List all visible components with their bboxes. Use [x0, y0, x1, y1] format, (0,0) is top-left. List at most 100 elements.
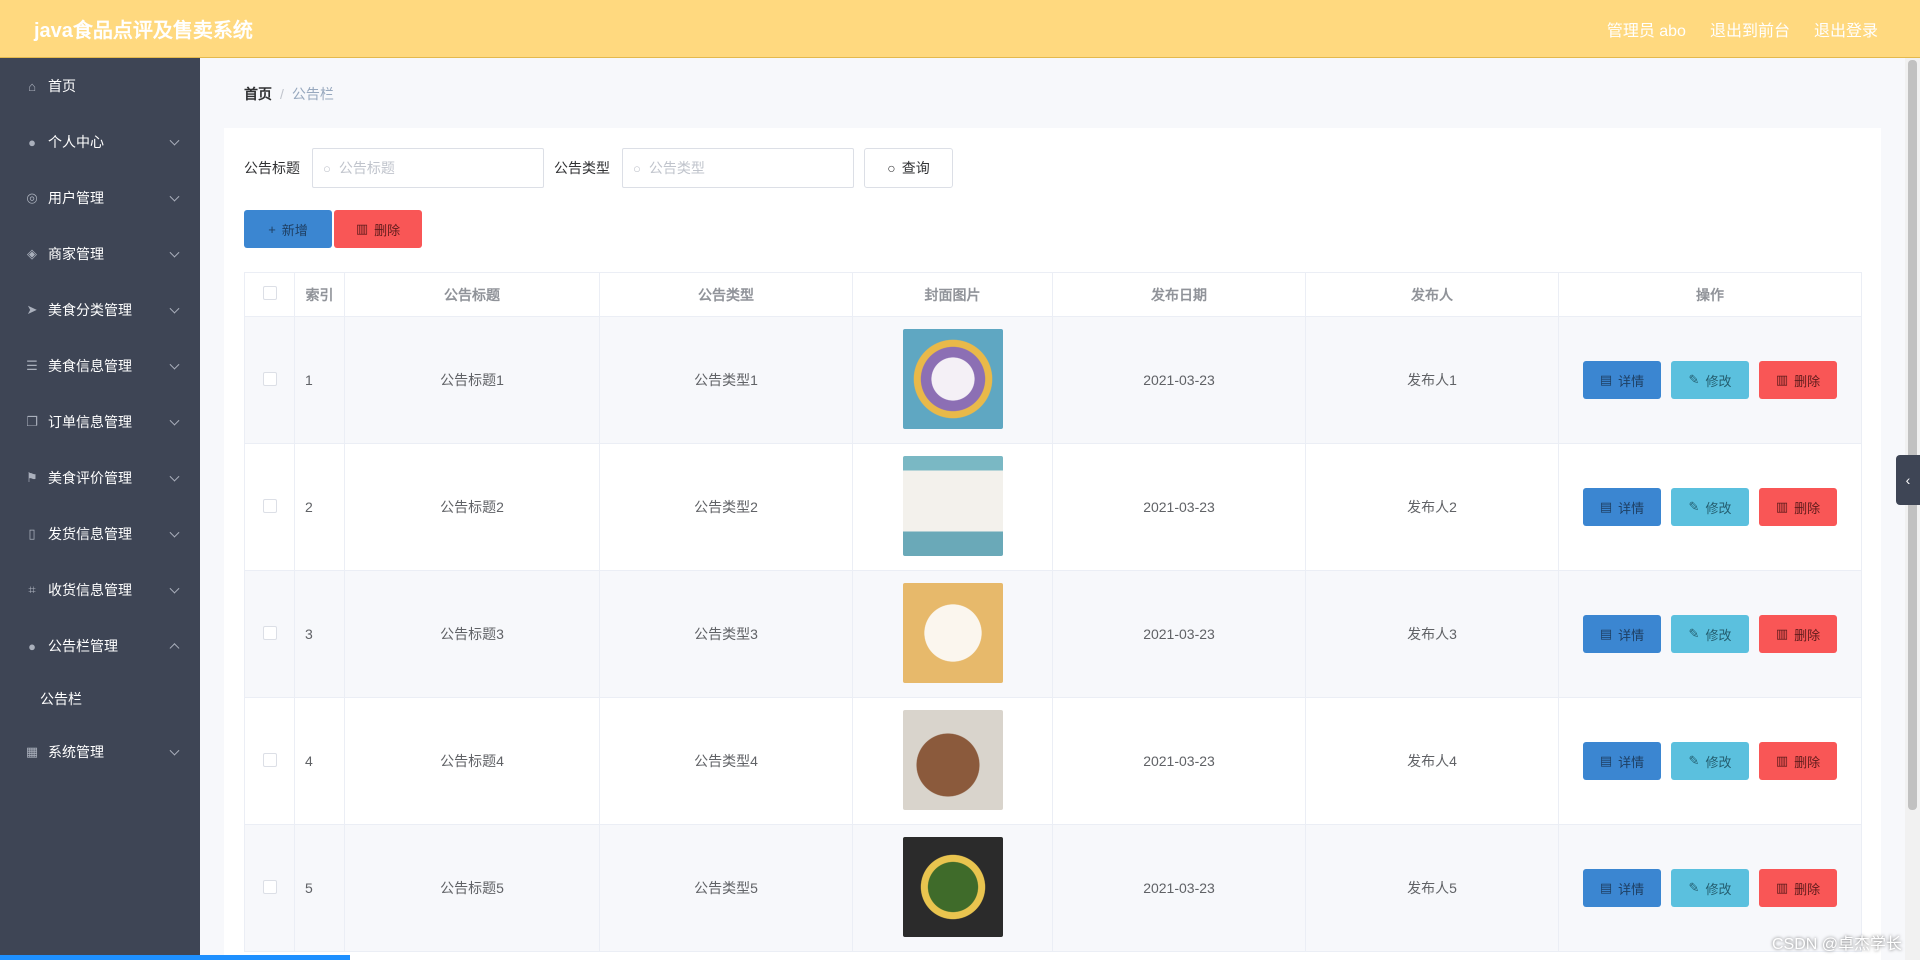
- search-icon: ○: [633, 160, 641, 176]
- type-search-field[interactable]: ○: [622, 148, 854, 188]
- delete-button[interactable]: ▥ 删除: [1759, 869, 1837, 907]
- select-all-checkbox[interactable]: [262, 286, 277, 300]
- copy-icon: ❐: [26, 414, 38, 429]
- compass-icon: ◈: [27, 246, 37, 261]
- column-header: 公告类型: [599, 272, 853, 317]
- edit-button[interactable]: ✎ 修改: [1671, 869, 1749, 907]
- row-select-cell[interactable]: [244, 443, 295, 571]
- operations-cell: ▤ 详情 ✎ 修改 ▥ 删除: [1558, 697, 1862, 825]
- pencil-icon: ✎: [1688, 753, 1700, 768]
- sidebar-item-personal[interactable]: ● 个人中心: [0, 114, 200, 170]
- row-select-cell[interactable]: [244, 316, 295, 444]
- breadcrumb-home[interactable]: 首页: [244, 84, 272, 104]
- chevron-down-icon: [169, 303, 180, 314]
- row-checkbox[interactable]: [262, 371, 277, 386]
- date-cell: 2021-03-23: [1052, 570, 1306, 698]
- sidebar-item-home[interactable]: ⌂ 首页: [0, 58, 200, 114]
- row-select-cell[interactable]: [244, 697, 295, 825]
- crop-icon: ⌗: [28, 582, 36, 597]
- sidebar-item-system[interactable]: ▦ 系统管理: [0, 724, 200, 780]
- title-search-input[interactable]: [336, 159, 527, 177]
- sidebar-item-orders[interactable]: ❐ 订单信息管理: [0, 394, 200, 450]
- vertical-scrollbar-thumb[interactable]: [1908, 60, 1917, 810]
- type-search-input[interactable]: [646, 159, 837, 177]
- edit-button[interactable]: ✎ 修改: [1671, 615, 1749, 653]
- trash-icon: ▥: [1775, 753, 1789, 768]
- trash-icon: ▥: [1775, 626, 1789, 641]
- flag-icon: ⚑: [26, 470, 38, 485]
- grid-icon: ▦: [25, 744, 39, 759]
- sidebar-item-shipping[interactable]: ▯ 发货信息管理: [0, 506, 200, 562]
- cover-image: [902, 328, 1003, 429]
- delete-button-label: 删除: [1794, 881, 1821, 897]
- row-select-cell[interactable]: [244, 570, 295, 698]
- title-search-field[interactable]: ○: [312, 148, 544, 188]
- sidebar-item-users[interactable]: ◎ 用户管理: [0, 170, 200, 226]
- title-cell: 公告标题5: [344, 824, 600, 952]
- date-cell: 2021-03-23: [1052, 824, 1306, 952]
- publisher-cell: 发布人4: [1305, 697, 1559, 825]
- query-button[interactable]: ○ 查询: [864, 148, 953, 188]
- document-icon: ▤: [1599, 372, 1613, 387]
- trash-icon: ▥: [1775, 372, 1789, 387]
- collapse-panel-tab[interactable]: ‹: [1896, 455, 1920, 505]
- trash-icon: ▥: [355, 221, 369, 236]
- detail-button[interactable]: ▤ 详情: [1583, 869, 1661, 907]
- edit-button-label: 修改: [1705, 627, 1732, 643]
- breadcrumb-separator: /: [280, 86, 284, 102]
- table-row: 3 公告标题3 公告类型3 2021-03-23 发布人3 ▤ 详情 ✎ 修改 ▥ 删…: [244, 570, 1862, 698]
- batch-delete-button[interactable]: ▥ 删除: [334, 210, 422, 248]
- detail-button-label: 详情: [1618, 373, 1645, 389]
- detail-button[interactable]: ▤ 详情: [1583, 615, 1661, 653]
- detail-button[interactable]: ▤ 详情: [1583, 488, 1661, 526]
- row-checkbox[interactable]: [262, 625, 277, 640]
- send-icon: ➤: [26, 302, 38, 317]
- delete-button[interactable]: ▥ 删除: [1759, 742, 1837, 780]
- cover-cell: [852, 824, 1053, 952]
- detail-button[interactable]: ▤ 详情: [1583, 742, 1661, 780]
- sidebar-item-food-info[interactable]: ☰ 美食信息管理: [0, 338, 200, 394]
- document-icon: ▤: [1599, 626, 1613, 641]
- notice-table: 索引 公告标题 公告类型 封面图片 发布日期 发布人 操作 1 公告标题1 公告…: [244, 272, 1862, 952]
- row-checkbox[interactable]: [262, 498, 277, 513]
- cover-cell: [852, 316, 1053, 444]
- delete-button-label: 删除: [1794, 627, 1821, 643]
- detail-button[interactable]: ▤ 详情: [1583, 361, 1661, 399]
- select-all-cell[interactable]: [244, 272, 295, 317]
- chevron-down-icon: [169, 135, 180, 146]
- sidebar-item-food-category[interactable]: ➤ 美食分类管理: [0, 282, 200, 338]
- edit-button[interactable]: ✎ 修改: [1671, 742, 1749, 780]
- sidebar-item-receiving[interactable]: ⌗ 收货信息管理: [0, 562, 200, 618]
- logout-link[interactable]: 退出登录: [1814, 17, 1878, 41]
- row-select-cell[interactable]: [244, 824, 295, 952]
- main-content: 首页 / 公告栏 公告标题 ○ 公告类型 ○ ○ 查询 + 新增: [200, 58, 1905, 960]
- sidebar-subitem-notice[interactable]: 公告栏: [0, 674, 200, 724]
- document-icon: ▤: [1599, 880, 1613, 895]
- title-filter-label: 公告标题: [244, 160, 300, 176]
- circle-icon: ◎: [26, 190, 38, 205]
- row-checkbox[interactable]: [262, 879, 277, 894]
- delete-button[interactable]: ▥ 删除: [1759, 615, 1837, 653]
- sidebar-item-notice-mgmt[interactable]: ● 公告栏管理: [0, 618, 200, 674]
- sidebar-item-merchants[interactable]: ◈ 商家管理: [0, 226, 200, 282]
- add-button[interactable]: + 新增: [244, 210, 332, 248]
- pencil-icon: ✎: [1688, 880, 1700, 895]
- sidebar-item-label: 商家管理: [48, 246, 104, 262]
- back-to-front-link[interactable]: 退出到前台: [1710, 17, 1790, 41]
- chevron-down-icon: [169, 415, 180, 426]
- header-actions: 管理员 abo 退出到前台 退出登录: [1607, 17, 1878, 41]
- delete-button-label: 删除: [1794, 373, 1821, 389]
- edit-button[interactable]: ✎ 修改: [1671, 488, 1749, 526]
- row-actions: ▤ 详情 ✎ 修改 ▥ 删除: [1560, 615, 1860, 653]
- sidebar-item-label: 公告栏管理: [48, 638, 118, 654]
- edit-button[interactable]: ✎ 修改: [1671, 361, 1749, 399]
- row-actions: ▤ 详情 ✎ 修改 ▥ 删除: [1560, 488, 1860, 526]
- delete-button[interactable]: ▥ 删除: [1759, 361, 1837, 399]
- sidebar-item-reviews[interactable]: ⚑ 美食评价管理: [0, 450, 200, 506]
- chevron-left-icon: ‹: [1905, 472, 1911, 488]
- horizontal-scrollbar[interactable]: [0, 955, 350, 960]
- row-checkbox[interactable]: [262, 752, 277, 767]
- publisher-cell: 发布人1: [1305, 316, 1559, 444]
- edit-button-label: 修改: [1705, 881, 1732, 897]
- delete-button[interactable]: ▥ 删除: [1759, 488, 1837, 526]
